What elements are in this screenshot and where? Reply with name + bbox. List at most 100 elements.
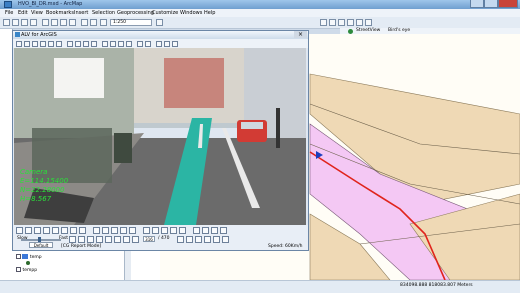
menu-bookmarks[interactable]: Bookmarks — [46, 10, 74, 16]
forward-icon[interactable] — [32, 41, 38, 47]
toc-scrollbar[interactable] — [124, 250, 131, 280]
first-frame-icon[interactable] — [69, 236, 76, 243]
hand-icon[interactable] — [40, 41, 46, 47]
erase-icon[interactable] — [79, 227, 86, 234]
alv-title-bar[interactable]: ALV for ArcGIS × — [13, 31, 308, 39]
menu-file[interactable]: File — [5, 10, 13, 16]
editor-toolbar-icon[interactable] — [156, 19, 163, 26]
play-icon[interactable] — [137, 41, 143, 47]
prev-frame-icon[interactable] — [78, 236, 85, 243]
move-down-icon[interactable] — [56, 41, 62, 47]
area-icon[interactable] — [34, 227, 41, 234]
polyline-icon[interactable] — [61, 227, 68, 234]
layers-icon[interactable] — [164, 41, 170, 47]
pointer-icon[interactable] — [110, 41, 116, 47]
graph-icon[interactable] — [102, 227, 109, 234]
zoom-in-icon[interactable] — [320, 19, 327, 26]
measure-icon[interactable] — [102, 41, 108, 47]
copy-icon[interactable] — [51, 19, 58, 26]
export-icon[interactable] — [129, 227, 136, 234]
add-data-icon[interactable] — [100, 19, 107, 26]
terrain-icon[interactable] — [120, 227, 127, 234]
menu-edit[interactable]: Edit — [18, 10, 28, 16]
cross-icon[interactable] — [118, 41, 124, 47]
select-features-icon[interactable] — [365, 19, 372, 26]
overlay-icon[interactable] — [202, 227, 209, 234]
back-icon[interactable] — [24, 41, 30, 47]
settings-icon[interactable] — [156, 41, 162, 47]
toc-layer-item[interactable]: temp — [16, 254, 42, 261]
menu-selection[interactable]: Selection — [92, 10, 115, 16]
step-back-icon[interactable] — [87, 236, 94, 243]
menu-geoprocessing[interactable]: Geoprocessing — [117, 10, 154, 16]
profile-icon[interactable] — [111, 227, 118, 234]
menu-windows[interactable]: Windows — [180, 10, 202, 16]
screenshot-icon[interactable] — [213, 236, 220, 243]
compass-icon[interactable] — [211, 227, 218, 234]
options-icon[interactable] — [220, 227, 227, 234]
bookmark-icon[interactable] — [195, 236, 202, 243]
menu-customize[interactable]: Customize — [152, 10, 178, 16]
paste-icon[interactable] — [60, 19, 67, 26]
menu-insert[interactable]: Insert — [74, 10, 88, 16]
alv-close-button[interactable]: × — [294, 31, 307, 38]
new-document-icon[interactable] — [3, 19, 10, 26]
menu-view[interactable]: View — [31, 10, 43, 16]
step-forward-icon[interactable] — [114, 236, 121, 243]
info-icon[interactable] — [172, 41, 178, 47]
home-icon[interactable] — [16, 41, 22, 47]
layer-visibility-checkbox[interactable] — [16, 267, 21, 272]
goto-frame-icon[interactable] — [177, 236, 184, 243]
close-button[interactable] — [498, 0, 518, 8]
polygon-icon[interactable] — [70, 227, 77, 234]
save-icon[interactable] — [21, 19, 28, 26]
minimize-button[interactable] — [470, 0, 484, 8]
zoom-out-icon[interactable] — [329, 19, 336, 26]
tab-streetview[interactable]: StreetView — [356, 28, 380, 33]
cut-icon[interactable] — [42, 19, 49, 26]
target-icon[interactable] — [161, 227, 168, 234]
print-icon[interactable] — [30, 19, 37, 26]
measure-line-icon[interactable] — [25, 227, 32, 234]
zoom-window-icon[interactable] — [91, 41, 97, 47]
redo-icon[interactable] — [90, 19, 97, 26]
full-extent-icon[interactable] — [347, 19, 354, 26]
record-icon[interactable] — [145, 41, 151, 47]
identify-icon[interactable] — [356, 19, 363, 26]
lock-icon[interactable] — [204, 236, 211, 243]
height-icon[interactable] — [43, 227, 50, 234]
maximize-button[interactable] — [484, 0, 498, 8]
pause-icon[interactable] — [105, 236, 112, 243]
snap-icon[interactable] — [193, 227, 200, 234]
play-button-icon[interactable] — [96, 236, 103, 243]
move-up-icon[interactable] — [48, 41, 54, 47]
layer-visibility-checkbox[interactable] — [16, 254, 21, 259]
speed-slider[interactable] — [21, 239, 61, 241]
chart-icon[interactable] — [93, 227, 100, 234]
clear-icon[interactable] — [152, 227, 159, 234]
speed-slider-thumb[interactable] — [38, 237, 41, 242]
delete-icon[interactable] — [69, 19, 76, 26]
open-icon[interactable] — [12, 19, 19, 26]
zoom-extent-icon[interactable] — [83, 41, 89, 47]
speed-default-button[interactable]: Default — [29, 242, 53, 248]
stop-icon[interactable] — [132, 236, 139, 243]
map-scale-combo[interactable]: 1:250 — [110, 19, 152, 26]
zoom-in-icon[interactable] — [67, 41, 73, 47]
tools-icon[interactable] — [179, 227, 186, 234]
capture-icon[interactable] — [143, 227, 150, 234]
menu-help[interactable]: Help — [204, 10, 215, 16]
pan-icon[interactable] — [338, 19, 345, 26]
folder-icon[interactable] — [222, 236, 229, 243]
tab-birds-eye[interactable]: Bird's eye — [388, 28, 410, 33]
point-icon[interactable] — [52, 227, 59, 234]
frame-current-field[interactable]: 316 — [143, 236, 155, 242]
view-icon[interactable] — [170, 227, 177, 234]
toc-layer-item[interactable]: tempp — [16, 267, 37, 274]
undo-icon[interactable] — [81, 19, 88, 26]
text-icon[interactable] — [126, 41, 132, 47]
cursor-icon[interactable] — [16, 227, 23, 234]
zoom-out-icon[interactable] — [75, 41, 81, 47]
last-frame-icon[interactable] — [123, 236, 130, 243]
camera-icon[interactable] — [186, 236, 193, 243]
